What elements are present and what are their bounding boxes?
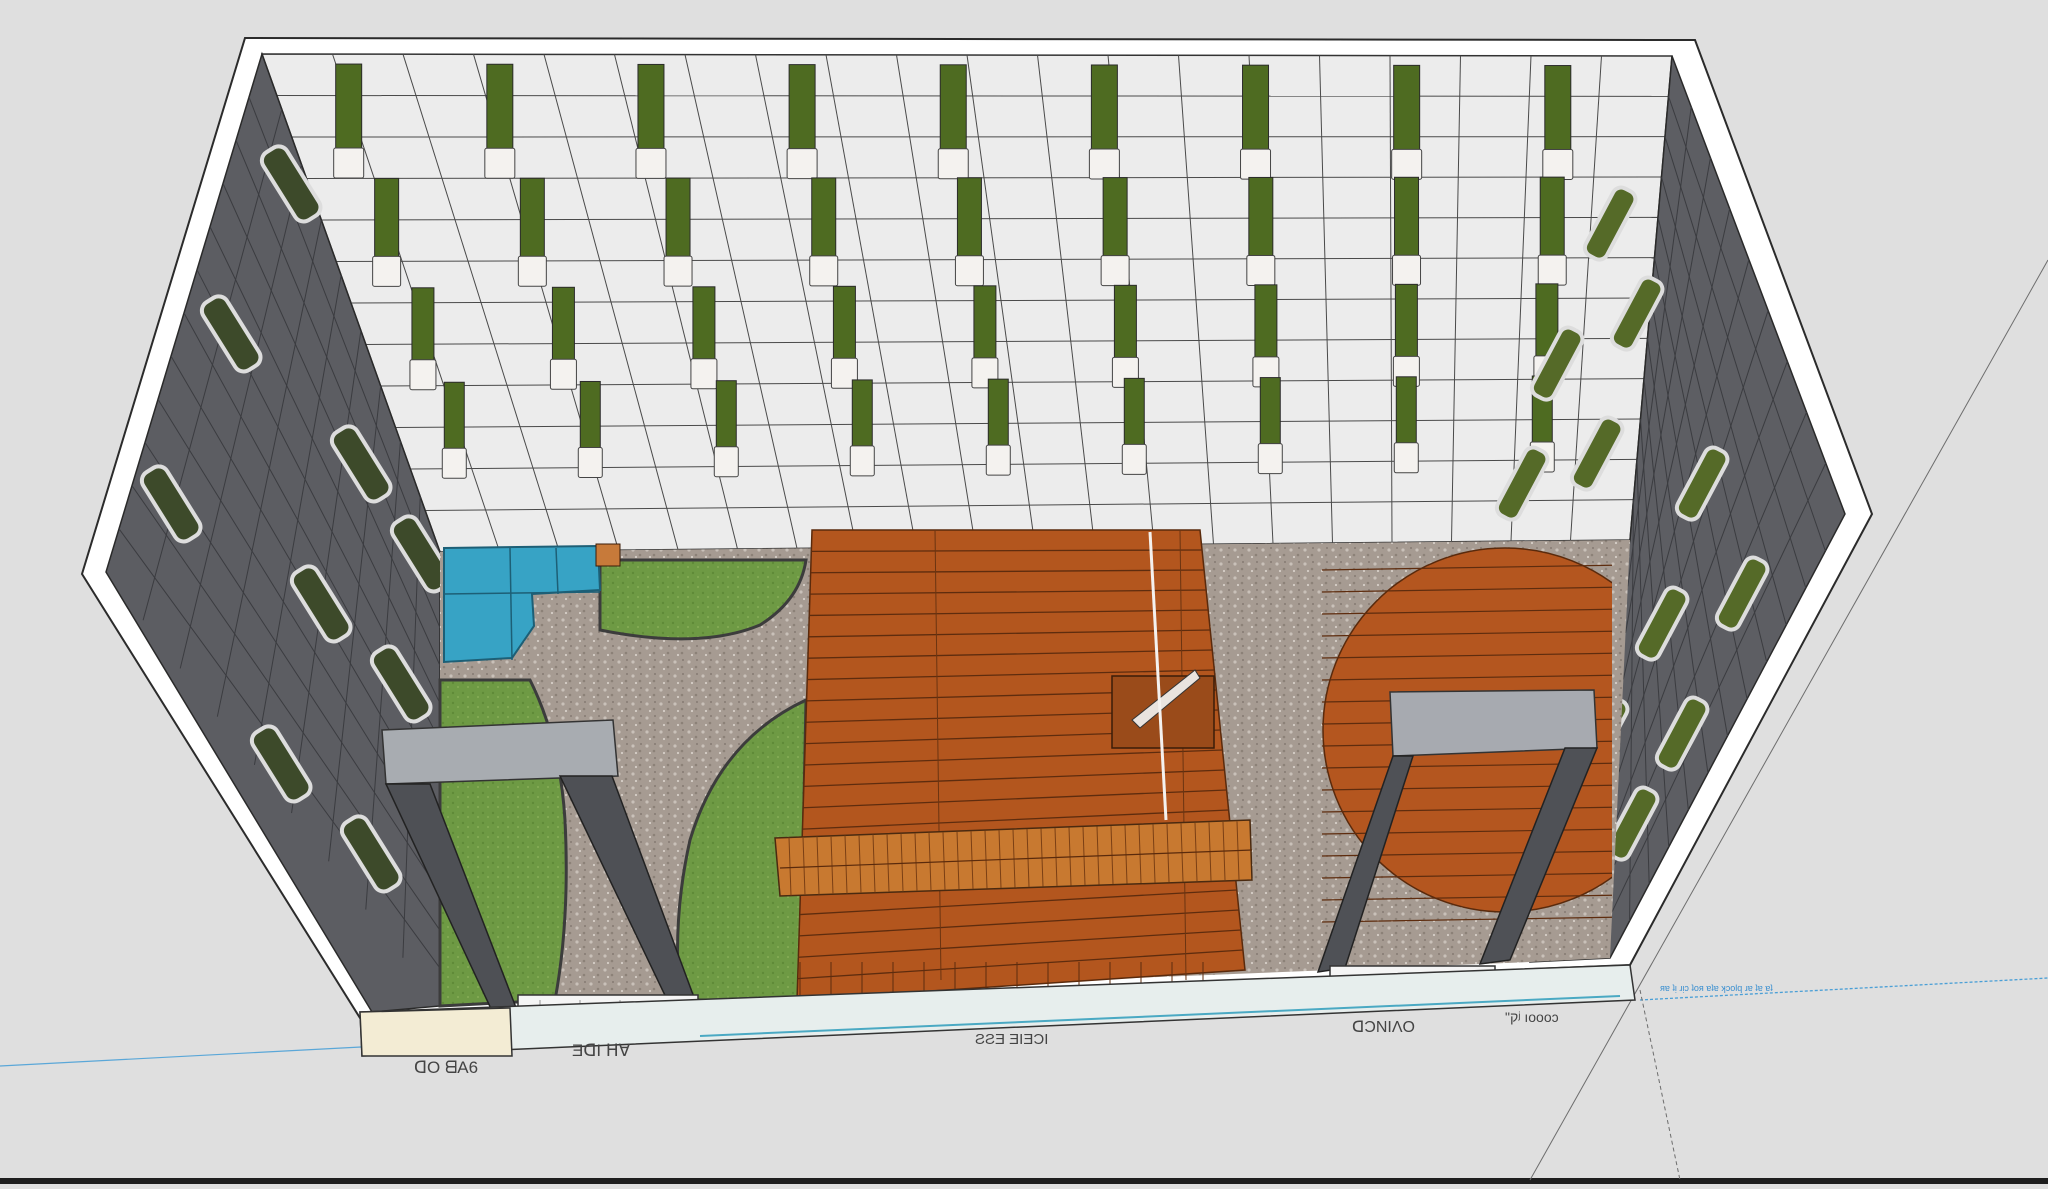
label-bottom-left-2: ƎᗡI ᕼ∀ (572, 1041, 631, 1060)
label-bottom-right-1: ᗡƆNIΛO (1352, 1019, 1415, 1036)
bottom-edge-bar (0, 1178, 2048, 1184)
label-bottom-left-1: ᗡO ᗺA6 (414, 1058, 478, 1077)
label-bottom-right-2: ʺקʲ ıoooɔ (1505, 1009, 1559, 1025)
label-guide: ᴙɐ ʇᴉ ɹᴉɔ ʇoᴙ ɐʇɐ ʞɔolq ɹɐ ʇɐ ɐʇ (1660, 983, 1773, 993)
label-bottom-center: ƧƧƎ ƎIƎƆI (975, 1031, 1048, 1048)
main-deck (797, 530, 1245, 1000)
courtyard-render: ᗡO ᗺA6 ƎᗡI ᕼ∀ ƧƧƎ ƎIƎƆI ᗡƆNIΛO ʺקʲ ıoooɔ… (0, 0, 2048, 1184)
deck-chair (1112, 670, 1214, 748)
courtyard-3d-view: ᗡO ᗺA6 ƎᗡI ᕼ∀ ƧƧƎ ƎIƎƆI ᗡƆNIΛO ʺקʲ ıoooɔ… (0, 0, 2048, 1184)
